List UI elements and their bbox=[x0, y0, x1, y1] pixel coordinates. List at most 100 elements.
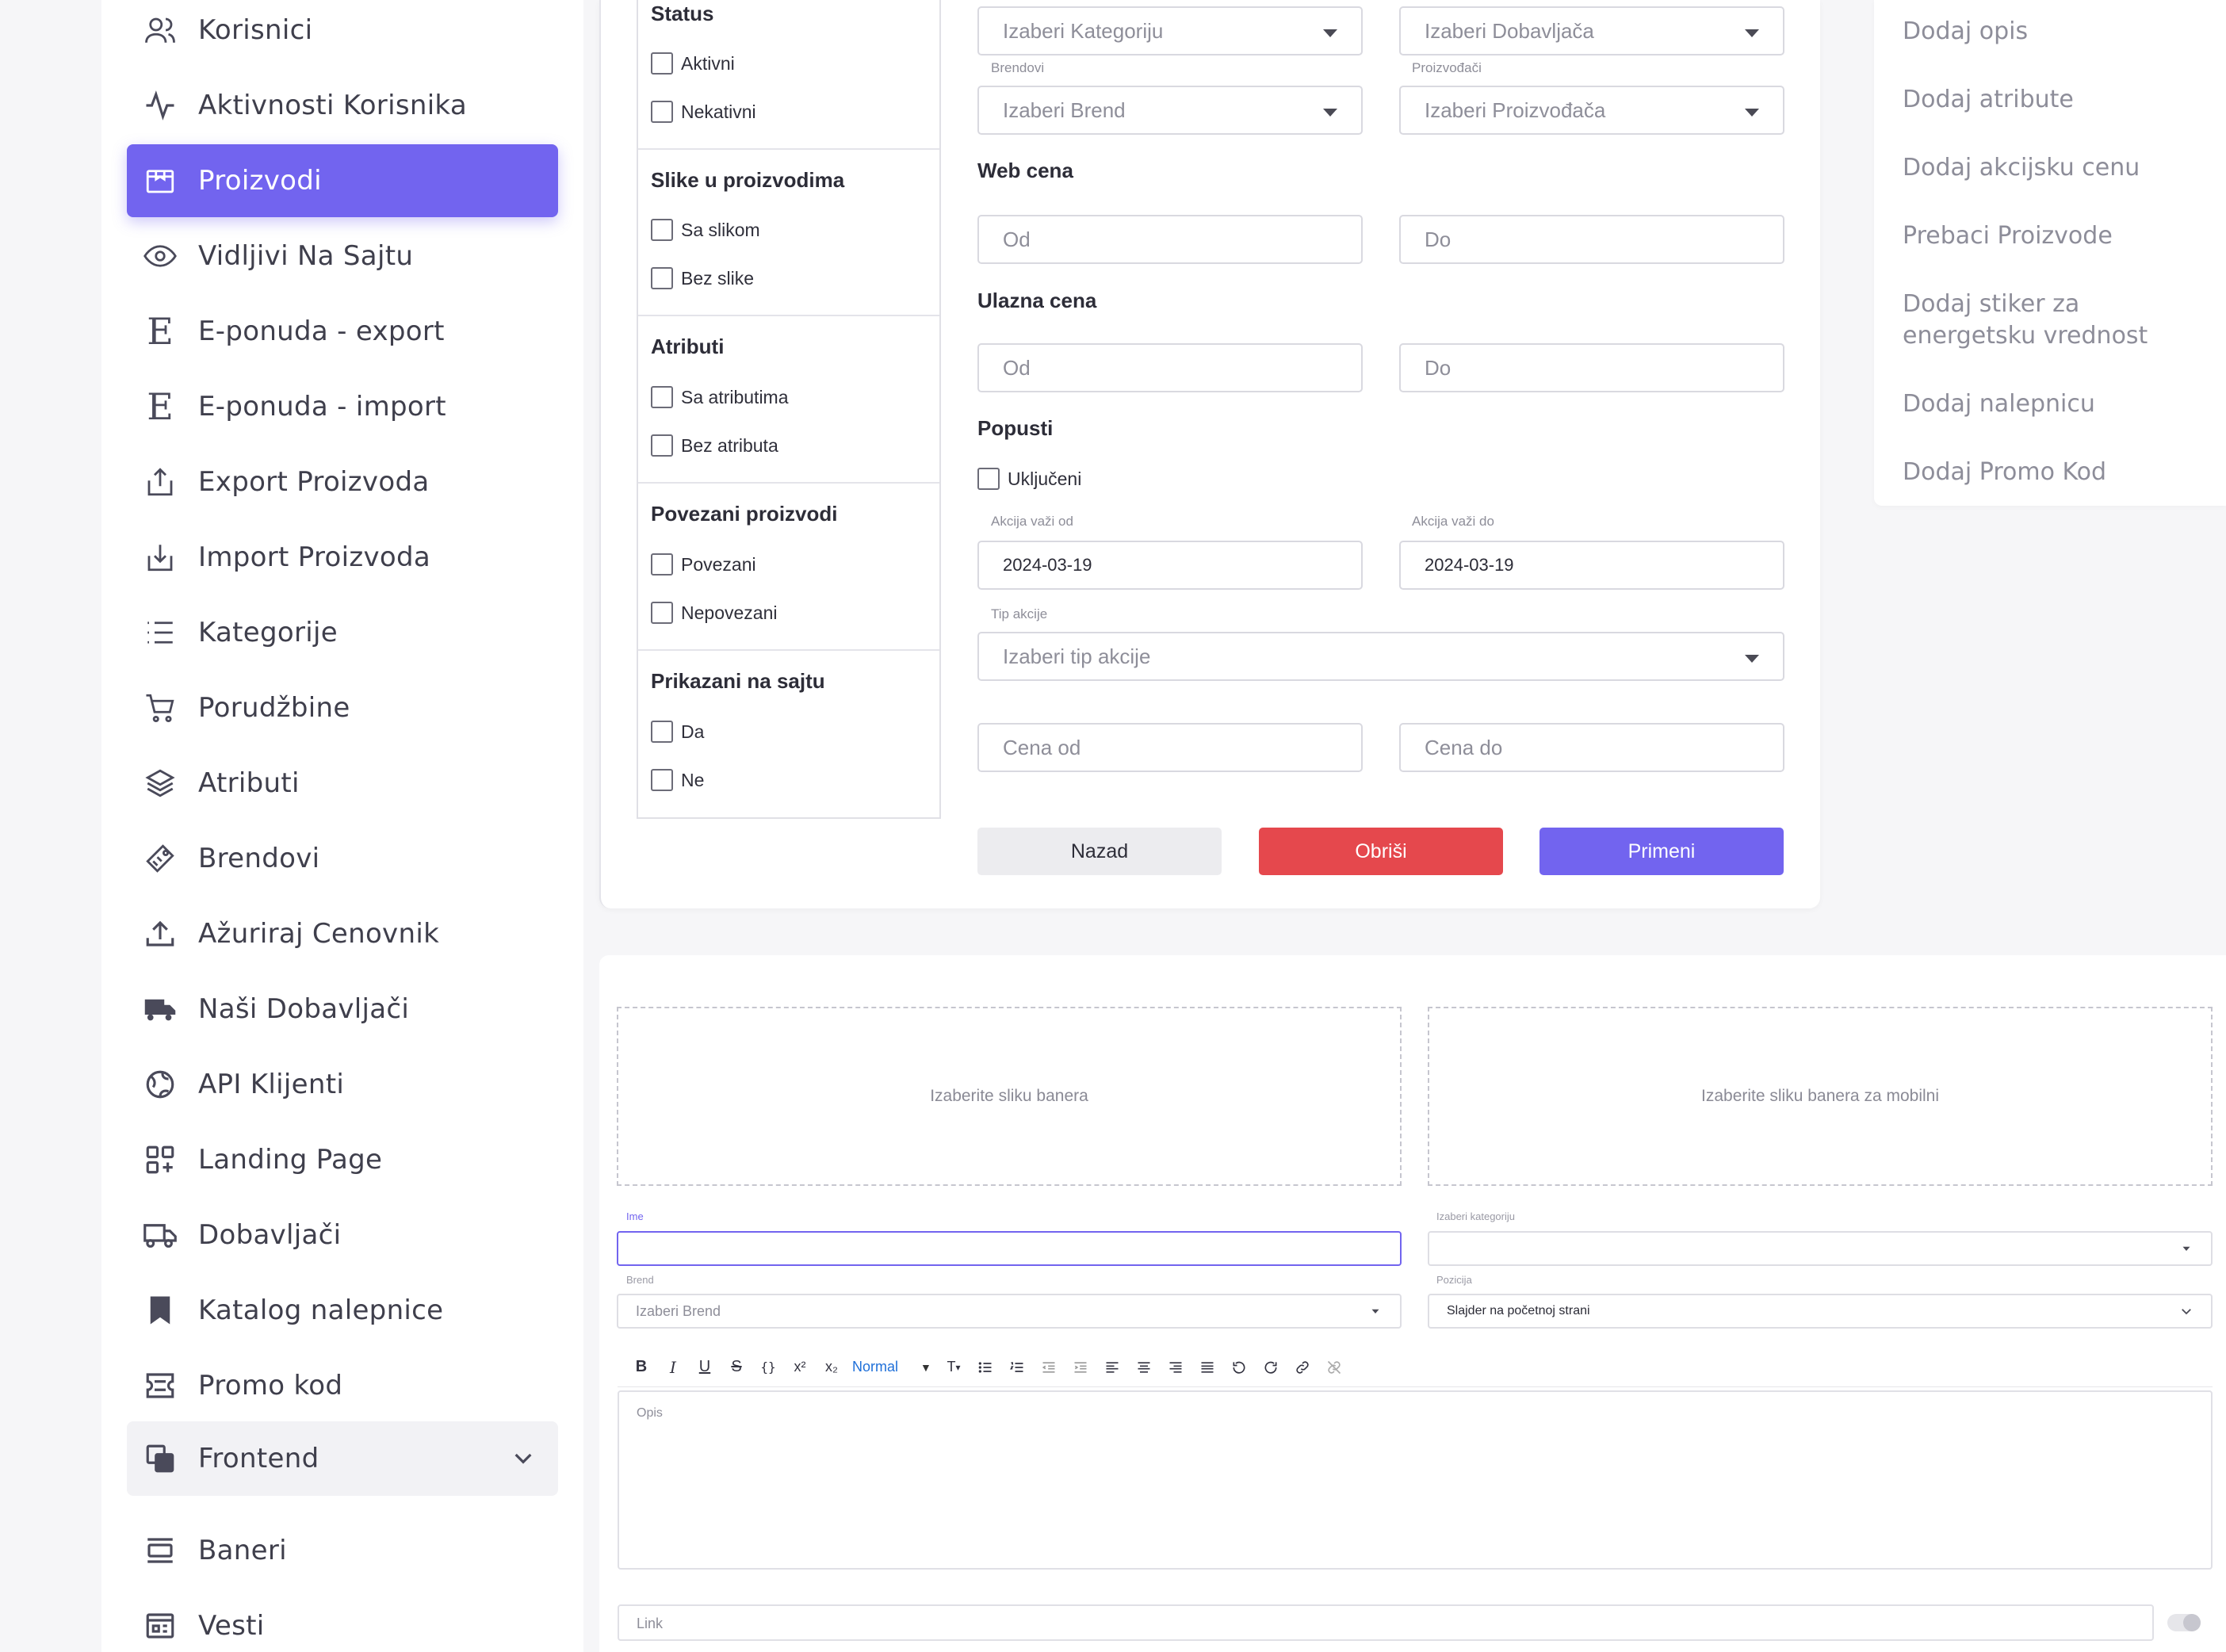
superscript-button[interactable]: x² bbox=[786, 1355, 814, 1380]
checkbox-nepovezani[interactable]: Nepovezani bbox=[651, 602, 777, 624]
checkbox-bez-slike[interactable]: Bez slike bbox=[651, 267, 754, 289]
sidebar-item-dobavljaci[interactable]: Dobavljači bbox=[127, 1199, 558, 1272]
banner-position-select[interactable]: Slajder na početnoj strani bbox=[1428, 1294, 2213, 1329]
sidebar-item-porudzbine[interactable]: Porudžbine bbox=[127, 671, 558, 744]
outdent-icon[interactable] bbox=[1035, 1355, 1063, 1380]
banner-name-input[interactable] bbox=[617, 1231, 1402, 1266]
bold-button[interactable]: B bbox=[627, 1355, 656, 1380]
checkbox[interactable] bbox=[651, 721, 673, 743]
menu-item-dodaj-atribute[interactable]: Dodaj atribute bbox=[1903, 84, 2074, 116]
indent-icon[interactable] bbox=[1066, 1355, 1095, 1380]
checkbox[interactable] bbox=[651, 602, 673, 624]
checkbox[interactable] bbox=[651, 553, 673, 576]
promo-to-date-input[interactable]: 2024-03-19 bbox=[1399, 541, 1784, 590]
sidebar-item-kategorije[interactable]: Kategorije bbox=[127, 596, 558, 669]
checkbox[interactable] bbox=[651, 52, 673, 75]
menu-item-dodaj-nalepnicu[interactable]: Dodaj nalepnicu bbox=[1903, 388, 2095, 420]
web-price-to-input[interactable]: Do bbox=[1399, 215, 1784, 264]
sidebar-item-katalog-nalepnice[interactable]: Katalog nalepnice bbox=[127, 1274, 558, 1347]
checkbox[interactable] bbox=[651, 219, 673, 241]
sidebar-group-frontend[interactable]: Frontend bbox=[127, 1421, 558, 1496]
web-price-from-input[interactable]: Od bbox=[977, 215, 1363, 264]
promo-from-date-input[interactable]: 2024-03-19 bbox=[977, 541, 1363, 590]
description-editor[interactable]: Opis bbox=[618, 1390, 2213, 1570]
banner-image-dropzone[interactable]: Izaberite sliku banera bbox=[617, 1007, 1402, 1186]
sidebar-item-nasi-dobavljaci[interactable]: Naši Dobavljači bbox=[127, 973, 558, 1046]
checkbox-ne[interactable]: Ne bbox=[651, 769, 704, 791]
checkbox-sa-atributima[interactable]: Sa atributima bbox=[651, 386, 789, 408]
align-center-icon[interactable] bbox=[1130, 1355, 1158, 1380]
align-justify-icon[interactable] bbox=[1193, 1355, 1222, 1380]
sidebar-item-vidljivi[interactable]: Vidljivi Na Sajtu bbox=[127, 220, 558, 293]
checkbox-povezani[interactable]: Povezani bbox=[651, 553, 756, 576]
menu-item-dodaj-promo-kod[interactable]: Dodaj Promo Kod bbox=[1903, 457, 2106, 488]
banner-brand-select[interactable]: Izaberi Brend bbox=[617, 1294, 1402, 1329]
sidebar-item-proizvodi[interactable]: Proizvodi bbox=[127, 144, 558, 217]
menu-item-prebaci-proizvode[interactable]: Prebaci Proizvode bbox=[1903, 220, 2113, 252]
entry-price-from-input[interactable]: Od bbox=[977, 343, 1363, 392]
sidebar-item-aktivnosti[interactable]: Aktivnosti Korisnika bbox=[127, 69, 558, 142]
sidebar-item-landing-page[interactable]: Landing Page bbox=[127, 1123, 558, 1196]
header-select-value: Normal bbox=[852, 1359, 899, 1375]
sidebar-item-azuriraj-cenovnik[interactable]: Ažuriraj Cenovnik bbox=[127, 897, 558, 970]
checkbox-da[interactable]: Da bbox=[651, 721, 704, 743]
redo-icon[interactable] bbox=[1256, 1355, 1285, 1380]
price-to-input[interactable]: Cena do bbox=[1399, 723, 1784, 772]
align-right-icon[interactable] bbox=[1161, 1355, 1190, 1380]
sidebar-item-korisnici[interactable]: Korisnici bbox=[127, 0, 558, 67]
sidebar-item-vesti[interactable]: Vesti bbox=[127, 1589, 558, 1652]
checkbox-aktivni[interactable]: Aktivni bbox=[651, 52, 735, 75]
sidebar-item-api-klijenti[interactable]: API Klijenti bbox=[127, 1048, 558, 1121]
brand-select[interactable]: Izaberi Brend bbox=[977, 86, 1363, 135]
bullet-list-icon[interactable] bbox=[971, 1355, 1000, 1380]
sidebar-item-eponuda-export[interactable]: E E-ponuda - export bbox=[127, 295, 558, 368]
category-select[interactable]: Izaberi Kategoriju bbox=[977, 6, 1363, 55]
checkbox[interactable] bbox=[977, 468, 1000, 490]
menu-item-dodaj-opis[interactable]: Dodaj opis bbox=[1903, 16, 2028, 48]
checkbox[interactable] bbox=[651, 769, 673, 791]
checkbox[interactable] bbox=[651, 386, 673, 408]
strike-button[interactable]: S bbox=[722, 1355, 751, 1380]
checkbox-ukljuceni[interactable]: Uključeni bbox=[977, 468, 1081, 490]
checkbox[interactable] bbox=[651, 267, 673, 289]
code-button[interactable]: {} bbox=[754, 1355, 782, 1380]
entry-price-to-input[interactable]: Do bbox=[1399, 343, 1784, 392]
text-size-icon[interactable]: T ▾ bbox=[939, 1355, 968, 1380]
subscript-button[interactable]: x₂ bbox=[817, 1355, 846, 1380]
underline-button[interactable]: U bbox=[690, 1355, 719, 1380]
sidebar-item-brendovi[interactable]: Brendovi bbox=[127, 822, 558, 895]
active-toggle[interactable] bbox=[2167, 1614, 2201, 1631]
filter-group-title: Prikazani na sajtu bbox=[651, 669, 825, 693]
apply-button[interactable]: Primeni bbox=[1539, 828, 1784, 875]
menu-item-dodaj-akcijsku-cenu[interactable]: Dodaj akcijsku cenu bbox=[1903, 152, 2140, 184]
sidebar-item-atributi[interactable]: Atributi bbox=[127, 747, 558, 820]
supplier-select[interactable]: Izaberi Dobavljača bbox=[1399, 6, 1784, 55]
checkbox-sa-slikom[interactable]: Sa slikom bbox=[651, 219, 760, 241]
banner-category-select[interactable] bbox=[1428, 1231, 2213, 1266]
header-select[interactable]: Normal ▼ bbox=[849, 1355, 936, 1380]
back-button[interactable]: Nazad bbox=[977, 828, 1222, 875]
checkbox[interactable] bbox=[651, 434, 673, 457]
divider bbox=[638, 148, 939, 150]
checkbox-nekativni[interactable]: Nekativni bbox=[651, 101, 756, 123]
checkbox[interactable] bbox=[651, 101, 673, 123]
unlink-icon[interactable] bbox=[1320, 1355, 1348, 1380]
link-icon[interactable] bbox=[1288, 1355, 1317, 1380]
manufacturer-select[interactable]: Izaberi Proizvođača bbox=[1399, 86, 1784, 135]
italic-button[interactable]: I bbox=[659, 1355, 687, 1380]
checkbox-bez-atributa[interactable]: Bez atributa bbox=[651, 434, 778, 457]
sidebar-item-eponuda-import[interactable]: E E-ponuda - import bbox=[127, 370, 558, 443]
delete-button[interactable]: Obriši bbox=[1259, 828, 1503, 875]
banner-mobile-image-dropzone[interactable]: Izaberite sliku banera za mobilni bbox=[1428, 1007, 2213, 1186]
banner-link-input[interactable]: Link bbox=[618, 1604, 2154, 1641]
price-from-input[interactable]: Cena od bbox=[977, 723, 1363, 772]
sidebar-item-export-proizvoda[interactable]: Export Proizvoda bbox=[127, 446, 558, 518]
align-left-icon[interactable] bbox=[1098, 1355, 1126, 1380]
sidebar-item-baneri[interactable]: Baneri bbox=[127, 1514, 558, 1587]
ordered-list-icon[interactable] bbox=[1003, 1355, 1031, 1380]
sidebar-item-import-proizvoda[interactable]: Import Proizvoda bbox=[127, 521, 558, 594]
menu-item-dodaj-stiker[interactable]: Dodaj stiker za energetsku vrednost bbox=[1903, 289, 2204, 352]
promo-type-select[interactable]: Izaberi tip akcije bbox=[977, 632, 1784, 681]
sidebar-item-promo-kod[interactable]: Promo kod bbox=[127, 1349, 558, 1422]
undo-icon[interactable] bbox=[1225, 1355, 1253, 1380]
